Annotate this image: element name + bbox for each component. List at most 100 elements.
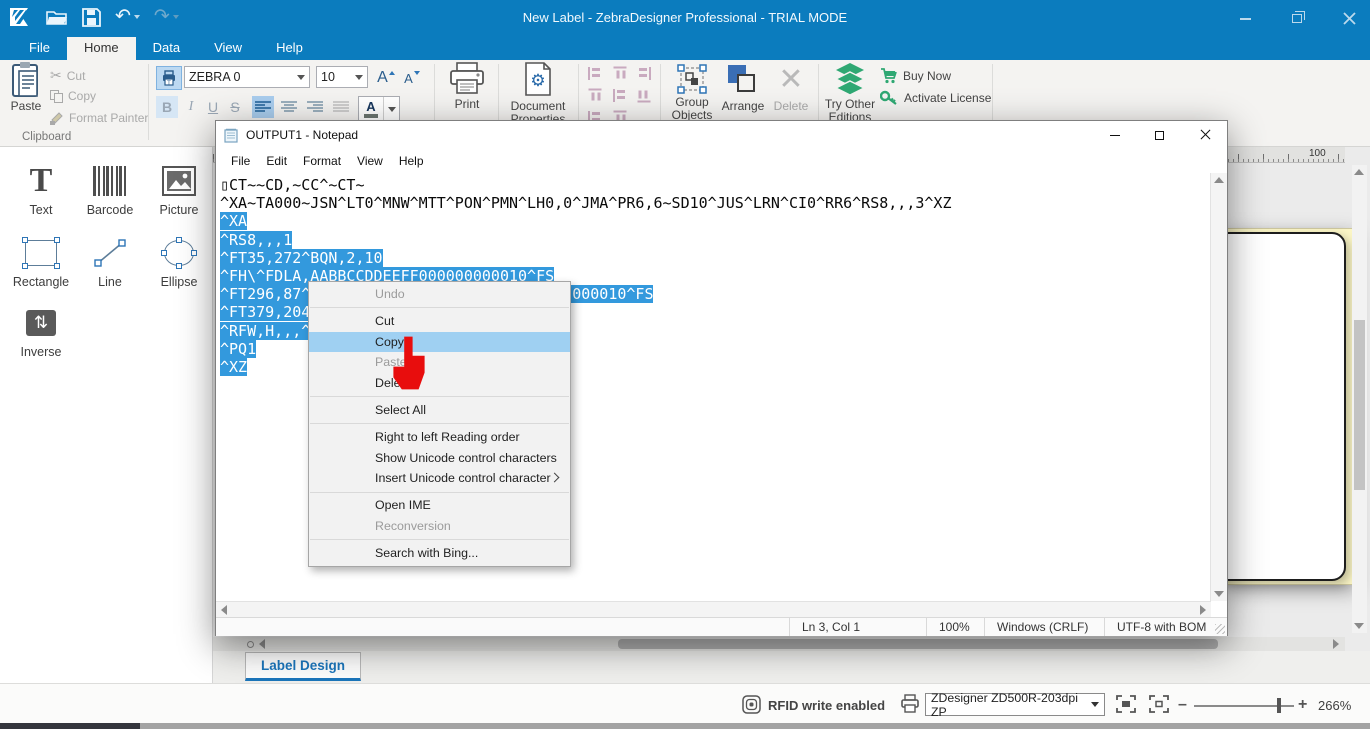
notepad-close-button[interactable] [1182,121,1227,149]
grow-font-button[interactable]: A [374,66,398,90]
menu-item-search-with-bing[interactable]: Search with Bing... [309,543,570,564]
zoom-out-button[interactable]: – [1178,696,1187,714]
minimize-button[interactable] [1234,8,1256,30]
align-center-button[interactable] [278,96,300,118]
zoom-in-button[interactable]: + [1298,696,1307,714]
font-color-split-button[interactable]: A [358,96,400,122]
notepad-horizontal-scrollbar[interactable] [216,601,1211,617]
arrange-button[interactable]: Arrange [720,62,766,113]
tool-inverse[interactable]: ⇅ Inverse [6,305,76,359]
strikethrough-button[interactable]: S [226,96,244,118]
menu-item-insert-unicode-control-character[interactable]: Insert Unicode control character [309,468,570,489]
italic-button[interactable]: I [182,96,200,118]
menu-item-copy[interactable]: Copy [309,332,570,353]
activate-license-button[interactable]: Activate License [880,90,991,106]
tool-rectangle[interactable]: Rectangle [6,235,76,289]
restore-button[interactable] [1286,8,1308,30]
editor-line: ^RS8,,,1 [220,231,1211,249]
align-objects-middle-icon[interactable] [613,89,627,102]
font-size-select[interactable]: 10 [316,66,368,88]
notepad-scroll-up-icon[interactable] [1214,177,1224,183]
notepad-scroll-right-icon[interactable] [1200,605,1206,615]
horizontal-scroll-thumb[interactable] [618,639,1218,649]
application-window: ↶ ↷ New Label - ZebraDesigner Profession… [0,0,1370,729]
align-objects-top-icon[interactable] [589,89,602,103]
notepad-menu-edit[interactable]: Edit [258,151,295,171]
notepad-title-bar[interactable]: OUTPUT1 - Notepad [216,121,1227,149]
align-objects-right-icon[interactable] [637,67,651,80]
vertical-scroll-thumb[interactable] [1354,320,1365,490]
tab-view[interactable]: View [197,37,259,60]
bold-button[interactable]: B [156,96,178,118]
copy-button[interactable]: Copy [50,89,96,103]
tab-file[interactable]: File [12,37,67,60]
notepad-menu-format[interactable]: Format [295,151,349,171]
menu-item-show-unicode-control-characters[interactable]: Show Unicode control characters [309,448,570,469]
scroll-down-icon[interactable] [1354,623,1364,629]
format-painter-button[interactable]: Format Painter [50,111,148,125]
splitter-grip-icon[interactable] [247,641,254,648]
font-color-dropdown[interactable] [383,97,399,121]
menu-item-delete[interactable]: Delete [309,373,570,394]
document-properties-button[interactable]: ⚙ DocumentProperties [506,62,570,126]
paste-button[interactable]: Paste [4,62,48,113]
menu-item-open-ime[interactable]: Open IME [309,495,570,516]
notepad-vertical-scrollbar[interactable] [1210,173,1227,601]
layers-icon [824,62,876,96]
try-other-editions-button[interactable]: Try OtherEditions [824,62,876,124]
group-objects-button[interactable]: GroupObjects [668,62,716,122]
zoom-to-label-icon[interactable] [1116,695,1136,713]
notepad-scroll-down-icon[interactable] [1214,591,1224,597]
tab-home[interactable]: Home [67,37,136,60]
menu-item-cut[interactable]: Cut [309,311,570,332]
resize-grip-icon[interactable] [1215,624,1225,634]
line-ending: Windows (CRLF) [984,618,1104,636]
tool-line[interactable]: Line [75,235,145,289]
scroll-right-icon[interactable] [1333,639,1339,649]
notepad-menu-help[interactable]: Help [391,151,432,171]
menu-item-right-to-left-reading-order[interactable]: Right to left Reading order [309,427,570,448]
close-button[interactable] [1338,8,1360,30]
canvas-vertical-scrollbar[interactable] [1352,165,1367,633]
printer-select[interactable]: ZDesigner ZD500R-203dpi ZP [925,693,1105,716]
menu-separator [310,492,569,493]
align-objects-center-icon[interactable] [613,67,626,81]
scroll-up-icon[interactable] [1354,169,1364,175]
font-name-select[interactable]: ZEBRA 0 [184,66,310,88]
notepad-maximize-button[interactable] [1137,121,1182,149]
align-left-button[interactable] [252,96,274,118]
tool-ellipse[interactable]: Ellipse [144,235,214,289]
tab-label-design[interactable]: Label Design [245,652,361,681]
notepad-menu-view[interactable]: View [349,151,391,171]
align-objects-bottom-icon[interactable] [638,89,651,103]
editor-line: ^XA~TA000~JSN^LT0^MNW^MTT^PON^PMN^LH0,0^… [220,194,1211,212]
notepad-scroll-left-icon[interactable] [221,605,227,615]
shrink-font-button[interactable]: A [400,66,424,90]
underline-button[interactable]: U [204,96,222,118]
tool-barcode[interactable]: Barcode [75,163,145,217]
tab-help[interactable]: Help [259,37,320,60]
cut-button[interactable]: ✂ Cut [50,67,85,84]
zoom-slider-thumb[interactable] [1277,698,1281,713]
delete-button[interactable]: ✕ Delete [770,62,812,113]
tab-data[interactable]: Data [136,37,197,60]
buy-now-button[interactable]: Buy Now [880,68,951,84]
menu-item-select-all[interactable]: Select All [309,400,570,421]
print-button[interactable]: Print [442,62,492,111]
align-objects-left-icon[interactable] [588,67,602,80]
arrange-icon [720,62,766,98]
align-justify-button[interactable] [330,96,352,118]
canvas-horizontal-scrollbar[interactable] [213,637,1345,651]
format-painter-icon [50,111,64,125]
cart-icon [880,68,897,84]
notepad-menu-file[interactable]: File [223,151,258,171]
notepad-menu-bar: File Edit Format View Help [216,149,1227,173]
tool-text[interactable]: T Text [6,163,76,217]
align-right-button[interactable] [304,96,326,118]
menu-separator [310,539,569,540]
scroll-left-icon[interactable] [259,639,265,649]
printer-font-toggle[interactable]: T [156,66,182,90]
notepad-minimize-button[interactable] [1092,121,1137,149]
tool-picture[interactable]: Picture [144,163,214,217]
zoom-to-elements-icon[interactable] [1149,695,1169,713]
